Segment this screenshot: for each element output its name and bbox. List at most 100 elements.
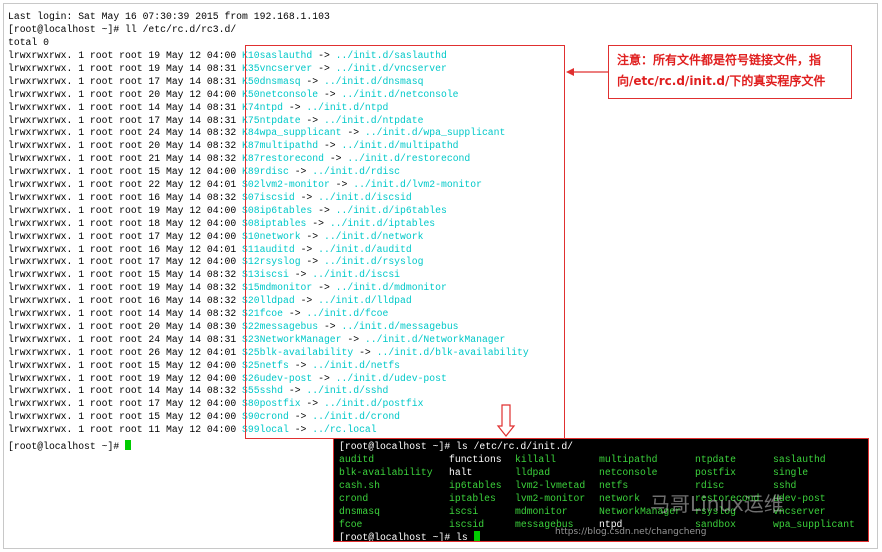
annotation-note: 注意：所有文件都是符号链接文件，指 向/etc/rc.d/init.d/下的真实… [608, 45, 852, 99]
entry-link-name: S22messagebus [242, 320, 319, 332]
entry-meta: lrwxrwxrwx. 1 root root 26 May 12 04:01 [8, 346, 237, 358]
entry-link-name: S23NetworkManager [242, 333, 342, 345]
listing-entry: lrwxrwxrwx. 1 root root 15 May 12 04:00 … [8, 411, 401, 423]
entry-link-target: ../init.d/iptables [329, 217, 436, 229]
entry-link-name: S80postfix [242, 398, 301, 410]
entry-meta: lrwxrwxrwx. 1 root root 19 May 12 04:00 [8, 204, 237, 216]
entry-link-name: S25netfs [242, 359, 289, 371]
init-file-item: udev-post [773, 493, 826, 504]
entry-link-name: K35vncserver [242, 62, 313, 74]
entry-link-name: S10network [242, 230, 301, 242]
init-file-item: rsyslog [695, 506, 736, 517]
entry-link-name: K89rdisc [242, 166, 289, 178]
entry-link-target: ../init.d/ntpdate [323, 114, 424, 126]
init-file-item: fcoe [339, 519, 363, 530]
listing-entry: lrwxrwxrwx. 1 root root 19 May 12 04:00 … [8, 372, 447, 384]
entry-link-target: ../init.d/vncserver [335, 62, 447, 74]
entry-meta: lrwxrwxrwx. 1 root root 14 May 14 08:32 [8, 385, 237, 397]
entry-link-name: S55sshd [242, 385, 284, 397]
listing-entry: lrwxrwxrwx. 1 root root 21 May 14 08:32 … [8, 153, 471, 165]
entry-meta: lrwxrwxrwx. 1 root root 16 May 14 08:32 [8, 191, 237, 203]
entry-link-name: K87restorecond [242, 153, 324, 165]
listing-entry: lrwxrwxrwx. 1 root root 16 May 12 04:01 … [8, 243, 412, 255]
entry-meta: lrwxrwxrwx. 1 root root 15 May 14 08:32 [8, 269, 237, 281]
entry-link-name: S99local [242, 424, 289, 436]
entry-meta: lrwxrwxrwx. 1 root root 17 May 12 04:00 [8, 398, 237, 410]
entry-link-target: ../init.d/network [323, 230, 424, 242]
init-file-item: ntpdate [695, 454, 736, 465]
final-prompt-line[interactable]: [root@localhost ~]# [8, 440, 132, 453]
init-file-item: single [773, 467, 809, 478]
init-file-item: ip6tables [449, 480, 502, 491]
init-file-item: iscsid [449, 519, 485, 530]
init-file-item: mdmonitor [515, 506, 568, 517]
entry-meta: lrwxrwxrwx. 1 root root 17 May 12 04:00 [8, 230, 237, 242]
init-file-item: crond [339, 493, 369, 504]
entry-meta: lrwxrwxrwx. 1 root root 16 May 14 08:32 [8, 295, 237, 307]
entry-link-target: ../init.d/wpa_supplicant [364, 127, 506, 139]
entry-link-target: ../init.d/crond [312, 411, 401, 423]
init-file-item: restorecond [695, 493, 760, 504]
entry-link-target: ../init.d/NetworkManager [364, 333, 506, 345]
entry-link-name: S08iptables [242, 217, 307, 229]
entry-link-target: ../rc.local [312, 424, 377, 436]
init-final-prompt: [root@localhost ~]# ls [339, 531, 480, 542]
init-file-item: killall [515, 454, 556, 465]
init-file-item: lvm2-lvmetad [515, 480, 586, 491]
entry-link-target: ../init.d/ip6tables [335, 204, 447, 216]
init-file-item: iscsi [449, 506, 479, 517]
listing-entry: lrwxrwxrwx. 1 root root 20 May 12 04:00 … [8, 88, 459, 100]
entry-meta: lrwxrwxrwx. 1 root root 20 May 14 08:32 [8, 140, 237, 152]
init-file-item: netconsole [599, 467, 658, 478]
entry-meta: lrwxrwxrwx. 1 root root 19 May 14 08:31 [8, 62, 237, 74]
init-file-item: functions [449, 454, 502, 465]
entry-link-name: S90crond [242, 411, 289, 423]
listing-entry: lrwxrwxrwx. 1 root root 16 May 14 08:32 … [8, 295, 412, 307]
entry-meta: lrwxrwxrwx. 1 root root 20 May 12 04:00 [8, 88, 237, 100]
init-file-item: dnsmasq [339, 506, 380, 517]
entry-meta: lrwxrwxrwx. 1 root root 18 May 12 04:00 [8, 217, 237, 229]
listing-entry: lrwxrwxrwx. 1 root root 15 May 14 08:32 … [8, 269, 401, 281]
listing-entry: lrwxrwxrwx. 1 root root 17 May 12 04:00 … [8, 230, 424, 242]
listing-entry: lrwxrwxrwx. 1 root root 19 May 14 08:31 … [8, 62, 447, 74]
listing-entry: lrwxrwxrwx. 1 root root 17 May 12 04:00 … [8, 256, 424, 268]
entry-meta: lrwxrwxrwx. 1 root root 15 May 12 04:00 [8, 359, 237, 371]
init-file-item: NetworkManager [599, 506, 681, 517]
entry-link-name: S25blk-availability [242, 346, 354, 358]
init-file-item: netfs [599, 480, 629, 491]
entry-meta: lrwxrwxrwx. 1 root root 19 May 12 04:00 [8, 50, 237, 61]
entry-link-name: S13iscsi [242, 269, 289, 281]
listing-entry: lrwxrwxrwx. 1 root root 17 May 12 04:00 … [8, 398, 424, 410]
init-file-item: multipathd [599, 454, 658, 465]
entry-link-target: ../init.d/netconsole [341, 88, 459, 100]
listing-entry: lrwxrwxrwx. 1 root root 15 May 12 04:00 … [8, 166, 401, 178]
init-file-item: lldpad [515, 467, 551, 478]
entry-link-target: ../init.d/netfs [312, 359, 401, 371]
entry-link-target: ../init.d/blk-availability [376, 346, 529, 358]
entry-meta: lrwxrwxrwx. 1 root root 16 May 12 04:01 [8, 243, 237, 255]
entry-link-name: S12rsyslog [242, 256, 301, 268]
entry-meta: lrwxrwxrwx. 1 root root 19 May 14 08:32 [8, 282, 237, 294]
entry-meta: lrwxrwxrwx. 1 root root 11 May 12 04:00 [8, 424, 237, 436]
listing-entry: lrwxrwxrwx. 1 root root 22 May 12 04:01 … [8, 179, 482, 190]
entry-link-target: ../init.d/multipathd [341, 140, 459, 152]
init-final-prompt-text: [root@localhost ~]# ls [339, 532, 468, 542]
entry-link-target: ../init.d/messagebus [341, 320, 459, 332]
entry-link-target: ../init.d/saslauthd [335, 50, 447, 61]
init-file-item: wpa_supplicant [773, 519, 855, 530]
init-cursor [473, 531, 480, 541]
init-file-item: postfix [695, 467, 736, 478]
listing-entry: lrwxrwxrwx. 1 root root 20 May 14 08:30 … [8, 320, 459, 332]
entry-link-name: K10saslauthd [242, 50, 313, 61]
listing-entry: lrwxrwxrwx. 1 root root 18 May 12 04:00 … [8, 217, 436, 229]
listing-entry: lrwxrwxrwx. 1 root root 19 May 14 08:32 … [8, 282, 447, 294]
init-d-listing-panel[interactable]: [root@localhost ~]# ls /etc/rc.d/init.d/… [333, 438, 869, 542]
init-file-item: saslauthd [773, 454, 826, 465]
entry-meta: lrwxrwxrwx. 1 root root 24 May 14 08:31 [8, 333, 237, 345]
init-file-item: iptables [449, 493, 496, 504]
listing-entry: lrwxrwxrwx. 1 root root 24 May 14 08:31 … [8, 333, 506, 345]
terminal-cursor [125, 440, 132, 450]
entry-link-target: ../init.d/auditd [318, 243, 412, 255]
listing-entry: lrwxrwxrwx. 1 root root 24 May 14 08:32 … [8, 127, 506, 139]
listing-entry: lrwxrwxrwx. 1 root root 11 May 12 04:00 … [8, 424, 377, 436]
